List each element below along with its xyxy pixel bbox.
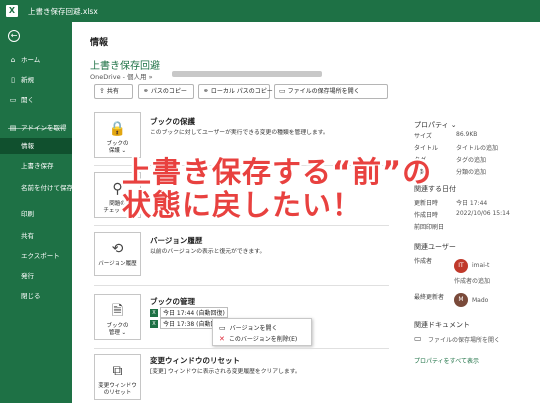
backstage-sidebar: ← ⌂ ホーム ▯ 新規 ▭ 開く ▤ アドインを取得 情報 上書き保存 名前を付けて保… <box>0 22 73 403</box>
avatar[interactable]: M <box>454 293 468 307</box>
reset-title: 変更ウィンドウのリセット <box>150 356 240 365</box>
protect-title: ブックの保護 <box>150 117 195 126</box>
open-file-location-button[interactable]: ▭ ファイルの保存場所を開く <box>274 84 388 99</box>
avatar[interactable]: IT <box>454 259 468 273</box>
open-icon: ▭ <box>219 324 226 332</box>
autorecover-version-item[interactable]: X 今日 17:44 (自動回復) <box>150 307 228 318</box>
back-arrow-icon[interactable]: ← <box>8 30 20 42</box>
share-button[interactable]: ⇪ 共有 <box>94 84 133 99</box>
sidebar-item-label: 閉じる <box>21 292 41 300</box>
addins-icon: ▤ <box>9 124 17 132</box>
lock-icon: 🔒 <box>108 121 127 137</box>
window-title: 上書き保存回避.xlsx <box>28 7 98 16</box>
sidebar-item-save[interactable]: 上書き保存 <box>0 158 72 174</box>
title-bar: X 上書き保存回避.xlsx <box>0 0 540 22</box>
sidebar-item-label: 名前を付けて保存 <box>21 184 73 192</box>
modifier-name: Mado <box>472 297 489 304</box>
open-version-menu-item[interactable]: ▭ バージョンを開く <box>219 323 278 332</box>
page-title: 情報 <box>90 38 109 48</box>
annotation-overlay: 上書き保存する“前”の 状態に戻したい！ <box>122 156 432 222</box>
open-file-location-link[interactable]: ファイルの保存場所を開く <box>428 335 500 344</box>
sidebar-item-save-as[interactable]: 名前を付けて保存 <box>0 180 73 196</box>
document-icon: 🗎 <box>111 303 124 319</box>
divider <box>94 285 389 286</box>
sidebar-item-new[interactable]: ▯ 新規 <box>0 72 72 88</box>
manage-workbook-button[interactable]: 🗎 ブックの 管理 ⌄ <box>94 294 141 340</box>
sidebar-item-print[interactable]: 印刷 <box>0 206 72 222</box>
show-all-properties-link[interactable]: プロパティをすべて表示 <box>414 356 479 365</box>
sidebar-item-publish[interactable]: 発行 <box>0 268 72 284</box>
manage-title: ブックの管理 <box>150 297 195 306</box>
related-people-heading: 関連ユーザー <box>414 243 456 251</box>
sidebar-item-home[interactable]: ⌂ ホーム <box>0 52 72 68</box>
sidebar-item-info[interactable]: 情報 <box>0 138 72 154</box>
sidebar-item-close[interactable]: 閉じる <box>0 288 72 304</box>
excel-file-icon: X <box>150 319 158 328</box>
document-path: OneDrive - 個人用 » <box>90 73 153 81</box>
sidebar-item-label: 上書き保存 <box>21 162 54 170</box>
home-icon: ⌂ <box>10 56 16 64</box>
history-title: バージョン履歴 <box>150 236 203 245</box>
version-history-button[interactable]: ⟲ バージョン履歴 <box>94 232 141 276</box>
add-author-link[interactable]: 作成者の追加 <box>454 276 490 285</box>
author-name: imai-t <box>472 262 490 269</box>
link-icon: ⚭ <box>143 87 149 95</box>
copy-local-path-button[interactable]: ⚭ ローカル パスのコピー <box>198 84 273 99</box>
reset-changes-window-button[interactable]: ⧉ 変更ウィンドウ のリセット <box>94 354 141 400</box>
related-documents-heading: 関連ドキュメント <box>414 321 470 329</box>
redacted-path <box>172 71 322 77</box>
version-context-menu: ▭ バージョンを開く ✕ このバージョンを削除(E) <box>212 318 312 346</box>
folder-icon: ▭ <box>279 87 286 95</box>
protect-workbook-button[interactable]: 🔒 ブックの 保護 ⌄ <box>94 112 141 158</box>
sidebar-item-label: アドインを取得 <box>21 124 67 132</box>
excel-app-icon: X <box>6 5 18 17</box>
sidebar-item-label: 開く <box>21 96 34 104</box>
sidebar-item-label: エクスポート <box>21 252 60 260</box>
divider <box>94 225 389 226</box>
excel-file-icon: X <box>150 308 158 317</box>
sidebar-item-export[interactable]: エクスポート <box>0 248 72 264</box>
sidebar-item-label: 新規 <box>21 76 34 84</box>
sidebar-item-label: 情報 <box>21 142 34 150</box>
reset-desc: [変更] ウィンドウに表示される変更履歴をクリアします。 <box>150 369 301 375</box>
sidebar-item-label: 印刷 <box>21 210 34 218</box>
delete-version-menu-item[interactable]: ✕ このバージョンを削除(E) <box>219 334 297 343</box>
sidebar-item-label: 発行 <box>21 272 34 280</box>
history-icon: ⟲ <box>111 241 124 257</box>
tags-field[interactable]: タグの追加 <box>456 155 486 164</box>
sidebar-item-get-addins[interactable]: ▤ アドインを取得 <box>0 120 72 136</box>
reset-window-icon: ⧉ <box>112 363 123 379</box>
share-icon: ⇪ <box>99 87 105 95</box>
overlay-line-1: 上書き保存する“前”の <box>122 155 433 189</box>
sidebar-item-open[interactable]: ▭ 開く <box>0 92 72 108</box>
folder-icon: ▭ <box>414 334 422 343</box>
divider <box>94 348 389 349</box>
overlay-line-2: 状態に戻したい！ <box>122 188 363 222</box>
sidebar-item-label: 共有 <box>21 232 34 240</box>
title-field[interactable]: タイトルの追加 <box>456 143 498 152</box>
sidebar-item-label: ホーム <box>21 56 41 64</box>
copy-path-button[interactable]: ⚭ パスのコピー <box>138 84 194 99</box>
document-name: 上書き保存回避 <box>90 61 160 72</box>
link-icon: ⚭ <box>203 87 209 95</box>
history-desc: 以前のバージョンの表示と復元ができます。 <box>150 249 266 255</box>
new-file-icon: ▯ <box>11 76 15 84</box>
category-field[interactable]: 分類の追加 <box>456 167 486 176</box>
protect-desc: このブックに対してユーザーが実行できる変更の種類を管理します。 <box>150 130 329 136</box>
properties-heading[interactable]: プロパティ ⌄ <box>414 120 457 130</box>
open-folder-icon: ▭ <box>9 96 17 104</box>
close-icon: ✕ <box>219 335 225 343</box>
sidebar-item-share[interactable]: 共有 <box>0 228 72 244</box>
